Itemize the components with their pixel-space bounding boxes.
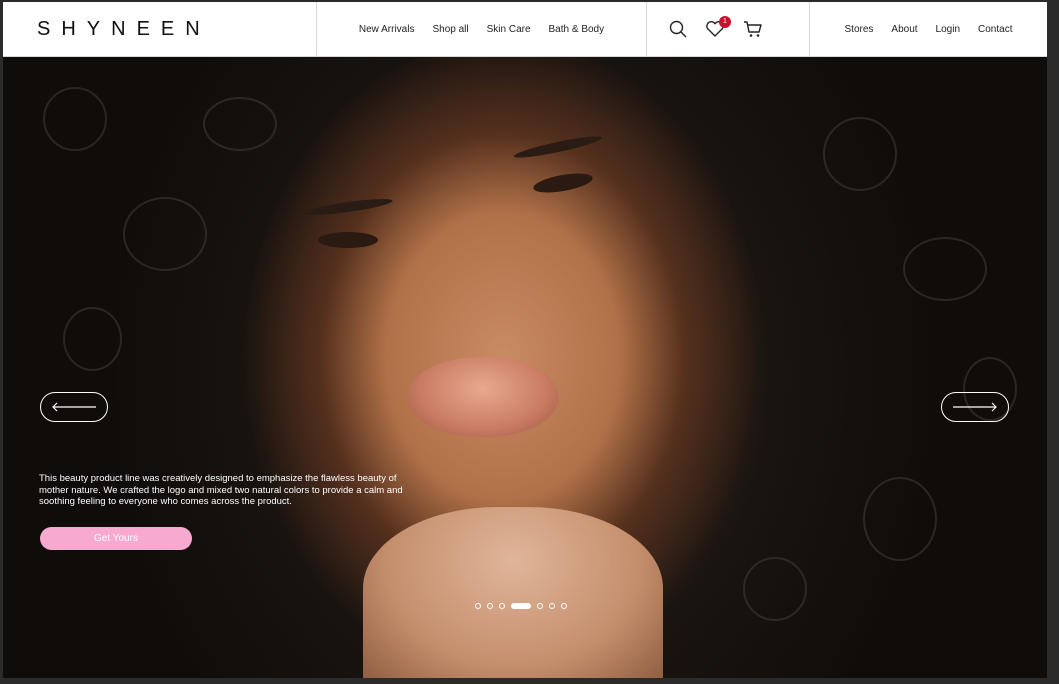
brand-logo[interactable]: SHYNEEN [37,18,211,41]
hair-texture [903,237,987,301]
page-frame: SHYNEEN New Arrivals Shop all Skin Care … [3,2,1047,678]
model-brow [302,195,394,219]
nav-shop-all[interactable]: Shop all [432,24,468,35]
hair-texture [63,307,122,371]
model-eye [318,232,378,248]
slide-dot[interactable] [487,603,493,609]
wishlist-button[interactable]: 1 [705,16,731,38]
slide-dot[interactable] [499,603,505,609]
model-brow [512,132,604,162]
hair-texture [203,97,277,151]
slide-dot[interactable] [549,603,555,609]
hero-description: This beauty product line was creatively … [39,473,403,507]
nav-about[interactable]: About [891,24,917,35]
prev-slide-button[interactable] [40,392,108,422]
cart-icon[interactable] [743,20,763,38]
secondary-nav: Stores About Login Contact [810,2,1047,56]
slide-dot-active[interactable] [511,603,531,609]
slide-dot[interactable] [537,603,543,609]
arrow-left-icon [52,402,96,412]
logo-cell: SHYNEEN [3,2,317,56]
nav-new-arrivals[interactable]: New Arrivals [359,24,415,35]
slide-dot[interactable] [475,603,481,609]
hero-banner: This beauty product line was creatively … [3,57,1047,678]
hair-texture [123,197,207,271]
nav-bath-body[interactable]: Bath & Body [549,24,605,35]
nav-stores[interactable]: Stores [845,24,874,35]
arrow-right-icon [953,402,997,412]
slide-indicator [475,603,567,609]
hair-texture [743,557,807,621]
nav-contact[interactable]: Contact [978,24,1012,35]
icon-bar: 1 [647,2,810,56]
model-hand [363,507,663,678]
search-icon[interactable] [669,20,687,38]
wishlist-count-badge: 1 [719,16,731,28]
nav-skin-care[interactable]: Skin Care [487,24,531,35]
hair-texture [43,87,107,151]
hair-texture [823,117,897,191]
model-eye [532,169,594,197]
nav-login[interactable]: Login [936,24,960,35]
hair-texture [863,477,937,561]
slide-dot[interactable] [561,603,567,609]
model-lips [408,357,558,437]
main-nav: New Arrivals Shop all Skin Care Bath & B… [317,2,647,56]
next-slide-button[interactable] [941,392,1009,422]
get-yours-button[interactable]: Get Yours [40,527,192,550]
site-header: SHYNEEN New Arrivals Shop all Skin Care … [3,2,1047,57]
